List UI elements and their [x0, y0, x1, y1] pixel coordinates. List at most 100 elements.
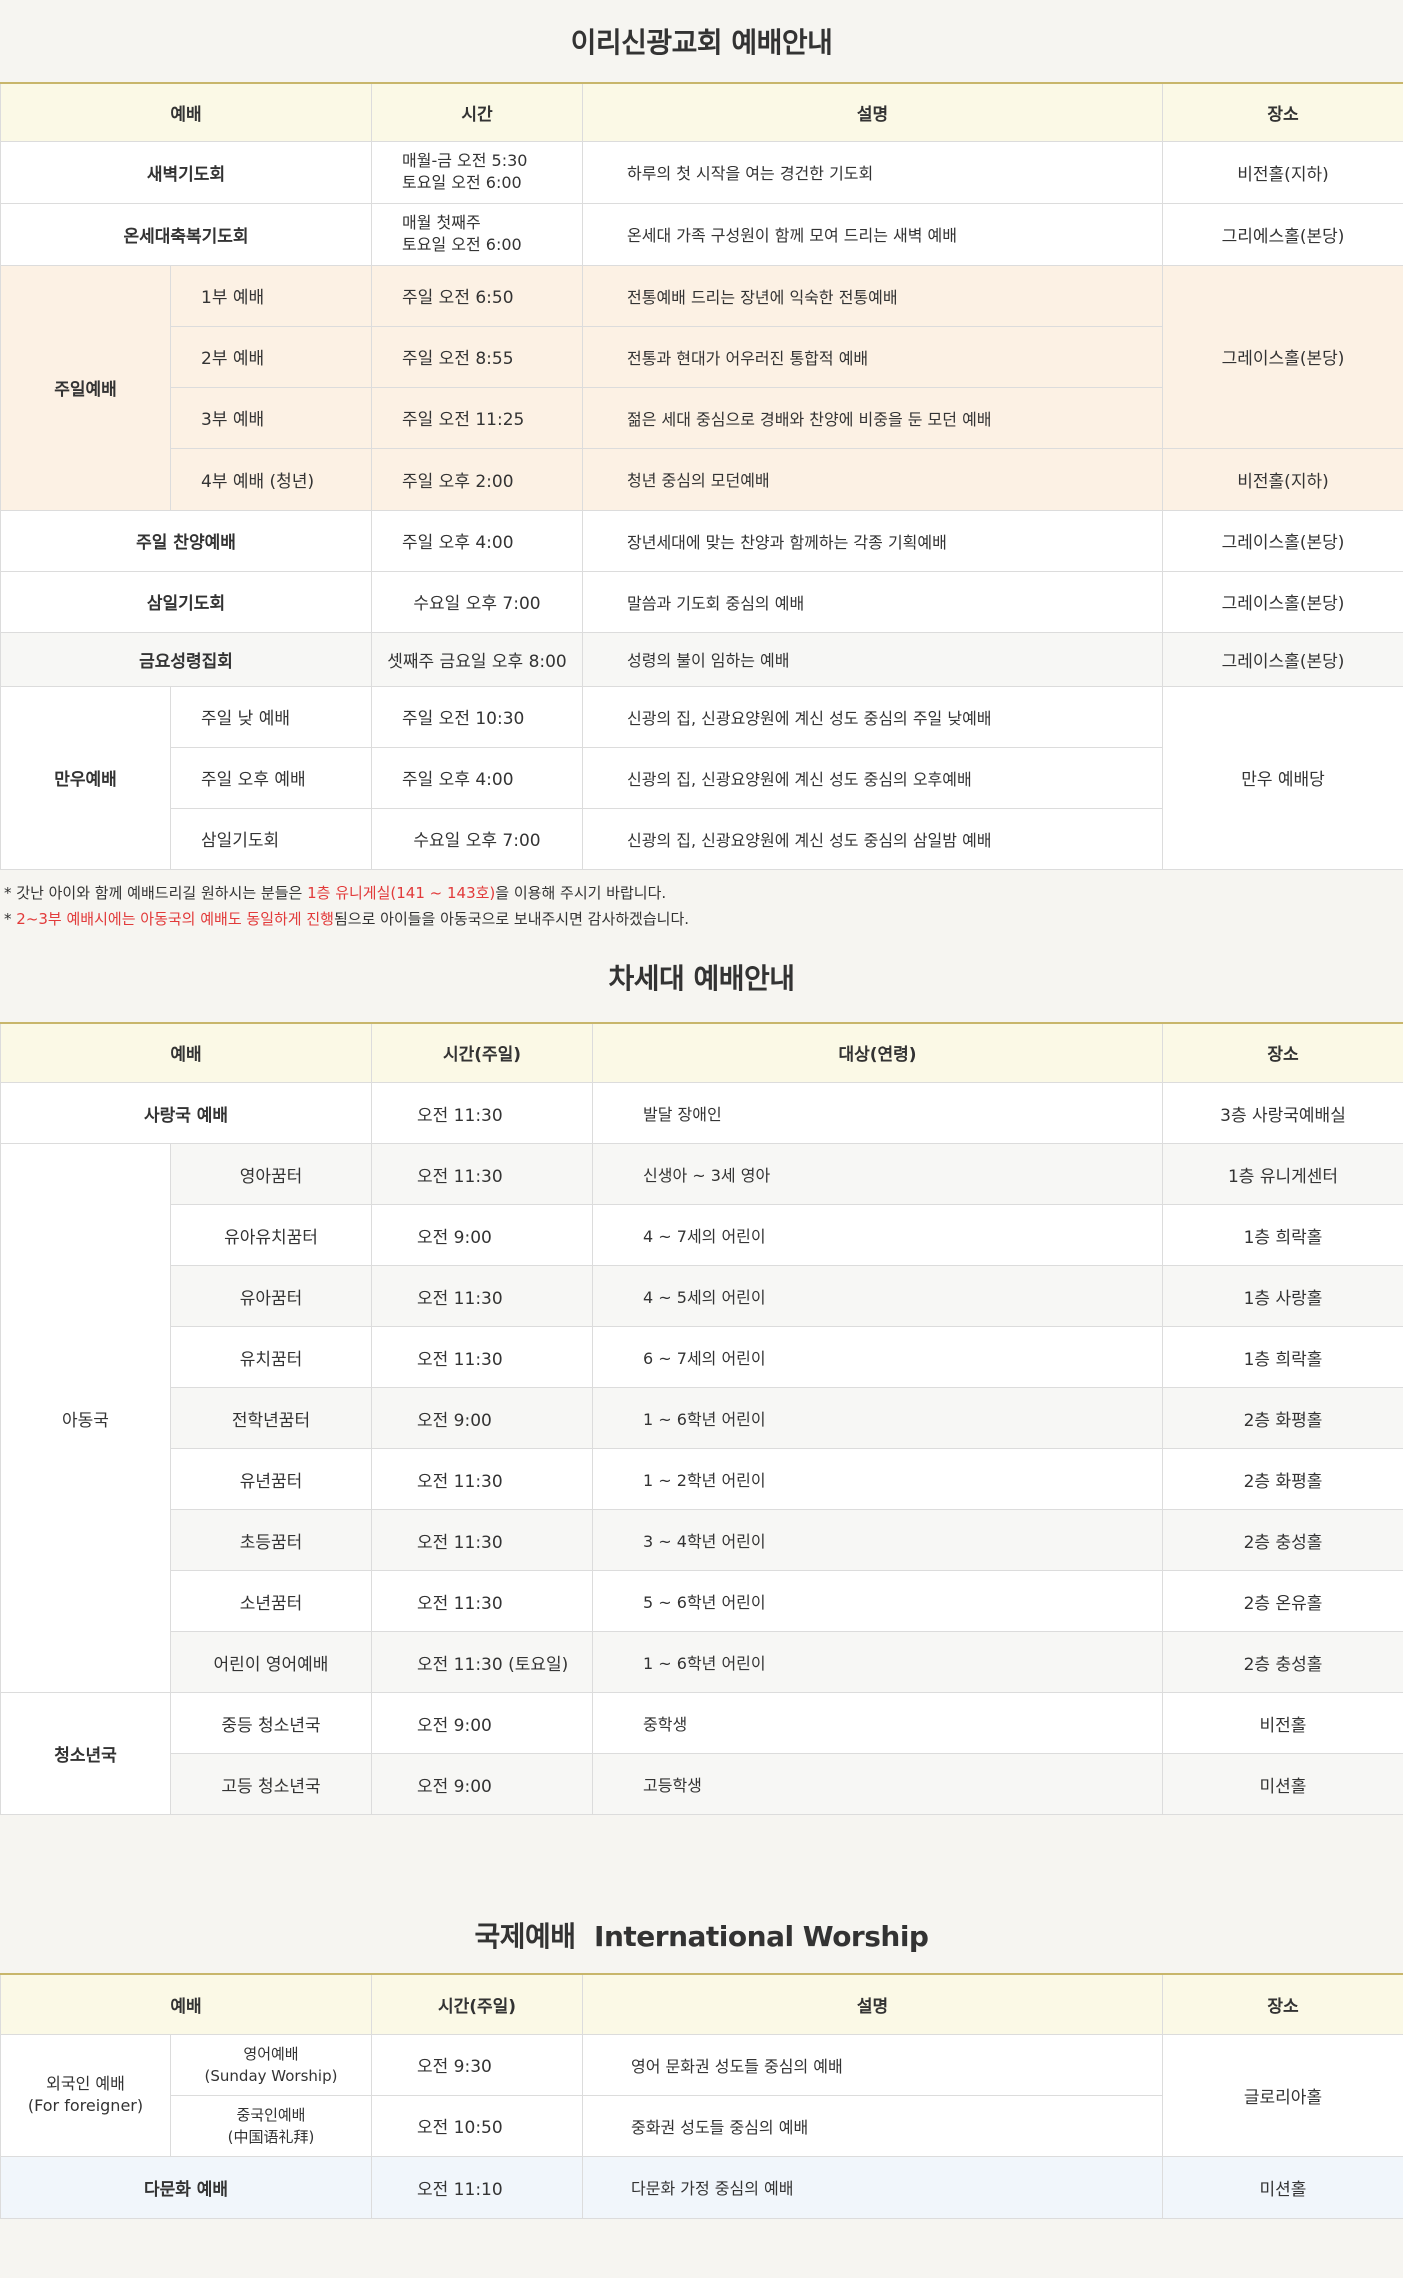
worship-time: 오전 11:30: [371, 1509, 593, 1571]
worship-name: 소년꿈터: [170, 1570, 372, 1632]
worship-place: 비전홀: [1162, 1692, 1403, 1754]
worship-desc: 전통과 현대가 어우러진 통합적 예배: [582, 325, 1163, 388]
worship-place: 그리에스홀(본당): [1162, 202, 1403, 266]
worship-place: 비전홀(지하): [1162, 140, 1403, 204]
worship-desc: 신광의 집, 신광요양원에 계신 성도 중심의 오후예배: [582, 746, 1163, 809]
worship-name: 온세대축복기도회: [0, 202, 372, 266]
table-row: 전학년꿈터 오전 9:00 1 ~ 6학년 어린이 2층 화평홀: [1, 1387, 1403, 1449]
table-row: 주일예배 1부 예배 주일 오전 6:50 전통예배 드리는 장년에 익숙한 전…: [0, 264, 1403, 511]
note-line: * 갓난 아이와 함께 예배드리길 원하시는 분들은 1층 유니게실(141 ~…: [4, 883, 667, 902]
worship-time: 매월 첫째주 토요일 오전 6:00: [371, 202, 583, 266]
worship-place: 2층 충성홀: [1162, 1631, 1403, 1693]
worship-place: 1층 희락홀: [1162, 1204, 1403, 1266]
worship-time: 주일 오후 4:00: [371, 746, 583, 809]
note-line: * 2~3부 예배시에는 아동국의 예배도 동일하게 진행됨으로 아이들을 아동…: [4, 909, 690, 928]
worship-group: 아동국: [0, 1143, 171, 1693]
worship-time: 오전 11:30: [371, 1570, 593, 1632]
table-row: 금요성령집회 셋째주 금요일 오후 8:00 성령의 불이 임하는 예배 그레이…: [0, 631, 1403, 687]
worship-target: 발달 장애인: [592, 1082, 1163, 1144]
worship-time: 오전 11:30: [371, 1082, 593, 1144]
worship-time: 오전 10:50: [371, 2094, 583, 2157]
worship-time: 오전 11:30: [371, 1448, 593, 1510]
worship-name: 영어예배 (Sunday Worship): [170, 2033, 372, 2096]
worship-desc: 다문화 가정 중심의 예배: [582, 2155, 1163, 2219]
worship-place: 그레이스홀(본당): [1162, 631, 1403, 687]
worship-name: 유치꿈터: [170, 1326, 372, 1388]
worship-target: 1 ~ 2학년 어린이: [592, 1448, 1163, 1510]
worship-time: 셋째주 금요일 오후 8:00: [371, 631, 583, 687]
worship-place: 1층 희락홀: [1162, 1326, 1403, 1388]
worship-place: 미션홀: [1162, 2155, 1403, 2219]
worship-place: 2층 온유홀: [1162, 1570, 1403, 1632]
worship-place: 1층 유니게센터: [1162, 1143, 1403, 1205]
table-row: 삼일기도회 수요일 오후 7:00 말씀과 기도회 중심의 예배 그레이스홀(본…: [0, 570, 1403, 633]
worship-time: 수요일 오후 7:00: [371, 570, 583, 633]
col-header-worship: 예배: [0, 82, 372, 142]
worship-target: 중학생: [592, 1692, 1163, 1754]
table-row: 외국인 예배 (For foreigner) 영어예배 (Sunday Worshi…: [0, 2033, 1403, 2157]
col-header-worship: 예배: [0, 1973, 372, 2035]
table-row: 어린이 영어예배 오전 11:30 (토요일) 1 ~ 6학년 어린이 2층 충…: [1, 1631, 1403, 1693]
table-row: 새벽기도회 매월-금 오전 5:30 토요일 오전 6:00 하루의 첫 시작을 …: [0, 140, 1403, 204]
worship-name: 새벽기도회: [0, 140, 372, 204]
worship-name: 주일 낮 예배: [170, 685, 372, 748]
worship-name: 전학년꿈터: [170, 1387, 372, 1449]
worship-time: 오전 9:30: [371, 2033, 583, 2096]
worship-place: 그레이스홀(본당): [1162, 509, 1403, 572]
section3-title: 국제예배 International Worship: [474, 1920, 929, 1953]
col-header-worship: 예배: [0, 1022, 372, 1083]
worship-name: 다문화 예배: [0, 2155, 372, 2219]
worship-desc: 전통예배 드리는 장년에 익숙한 전통예배: [582, 264, 1163, 327]
worship-target: 5 ~ 6학년 어린이: [592, 1570, 1163, 1632]
worship-place: 3층 사랑국예배실: [1162, 1082, 1403, 1144]
table-row: 초등꿈터 오전 11:30 3 ~ 4학년 어린이 2층 충성홀: [1, 1509, 1403, 1571]
worship-time: 오전 11:30: [371, 1265, 593, 1327]
worship-place: 2층 화평홀: [1162, 1387, 1403, 1449]
worship-time: 주일 오전 6:50: [371, 264, 583, 327]
worship-name: 중국인예배 (中国语礼拜): [170, 2094, 372, 2157]
worship-target: 1 ~ 6학년 어린이: [592, 1631, 1163, 1693]
worship-place: 2층 충성홀: [1162, 1509, 1403, 1571]
worship-name: 삼일기도회: [170, 807, 372, 870]
table-row: 고등 청소년국 오전 9:00 고등학생 미션홀: [1, 1753, 1403, 1815]
worship-time: 매월-금 오전 5:30 토요일 오전 6:00: [371, 140, 583, 204]
table-row: 사랑국 예배 오전 11:30 발달 장애인 3층 사랑국예배실: [0, 1082, 1403, 1144]
col-header-time: 시간: [371, 82, 583, 142]
international-table: 예배 시간(주일) 설명 장소 외국인 예배 (For foreigner) 영어…: [0, 1973, 1403, 2219]
worship-time: 주일 오전 10:30: [371, 685, 583, 748]
worship-place: 비전홀(지하): [1162, 447, 1403, 511]
worship-desc: 중화권 성도들 중심의 예배: [582, 2094, 1163, 2157]
worship-place: 1층 사랑홀: [1162, 1265, 1403, 1327]
worship-target: 4 ~ 7세의 어린이: [592, 1204, 1163, 1266]
col-header-place: 장소: [1162, 82, 1403, 142]
worship-name: 2부 예배: [170, 325, 372, 388]
worship-name: 어린이 영어예배: [170, 1631, 372, 1693]
worship-place: 만우 예배당: [1162, 685, 1403, 870]
worship-time: 오전 9:00: [371, 1692, 593, 1754]
section1-title: 이리신광교회 예배안내: [570, 26, 833, 59]
worship-time: 오전 9:00: [371, 1387, 593, 1449]
worship-place: 2층 화평홀: [1162, 1448, 1403, 1510]
worship-target: 1 ~ 6학년 어린이: [592, 1387, 1163, 1449]
worship-name: 주일 찬양예배: [0, 509, 372, 572]
worship-name: 1부 예배: [170, 264, 372, 327]
worship-time: 주일 오후 2:00: [371, 447, 583, 511]
worship-name: 중등 청소년국: [170, 1692, 372, 1754]
worship-place: 그레이스홀(본당): [1162, 264, 1403, 449]
worship-name: 유아유치꿈터: [170, 1204, 372, 1266]
col-header-place: 장소: [1162, 1022, 1403, 1083]
table-row: 4부 예배 (청년) 주일 오후 2:00 청년 중심의 모던예배 비전홀(지하…: [1, 447, 1403, 511]
worship-time: 오전 11:30: [371, 1326, 593, 1388]
table-row: 만우예배 주일 낮 예배 주일 오전 10:30 신광의 집, 신광요양원에 계…: [0, 685, 1403, 870]
worship-target: 고등학생: [592, 1753, 1163, 1815]
worship-target: 6 ~ 7세의 어린이: [592, 1326, 1163, 1388]
worship-desc: 신광의 집, 신광요양원에 계신 성도 중심의 삼일밤 예배: [582, 807, 1163, 870]
worship-place: 글로리아홀: [1162, 2033, 1403, 2157]
worship-desc: 하루의 첫 시작을 여는 경건한 기도회: [582, 140, 1163, 204]
worship-desc: 젊은 세대 중심으로 경배와 찬양에 비중을 둔 모던 예배: [582, 386, 1163, 449]
table-row: 아동국 영아꿈터 오전 11:30 신생아 ~ 3세 영아 1층 유니게센터: [0, 1143, 1403, 1693]
worship-name: 사랑국 예배: [0, 1082, 372, 1144]
notes: * 갓난 아이와 함께 예배드리길 원하시는 분들은 1층 유니게실(141 ~…: [0, 870, 1403, 932]
worship-name: 금요성령집회: [0, 631, 372, 687]
worship-group: 만우예배: [0, 685, 171, 870]
